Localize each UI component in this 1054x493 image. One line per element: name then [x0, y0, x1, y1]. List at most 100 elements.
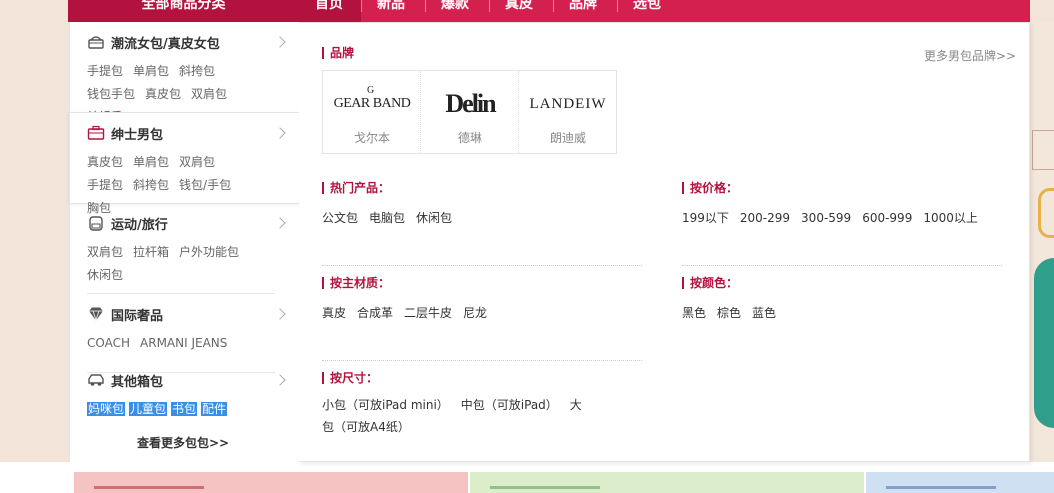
- category-link[interactable]: 双肩包: [179, 155, 215, 169]
- category-header[interactable]: 国际奢品: [87, 304, 163, 324]
- banner-image-edge: [1030, 22, 1054, 462]
- category-header[interactable]: 运动/旅行: [87, 213, 168, 233]
- promo-tile[interactable]: [866, 472, 1054, 493]
- category-link[interactable]: 真皮包: [145, 87, 181, 101]
- sidebar-category[interactable]: 运动/旅行双肩包 拉杆箱 户外功能包休闲包: [70, 213, 300, 294]
- filter-link[interactable]: 黑色: [682, 306, 706, 320]
- nav-link-4[interactable]: 品牌: [553, 0, 617, 22]
- category-link[interactable]: 手提包: [87, 178, 123, 192]
- brand-name: 戈尔本: [353, 131, 390, 145]
- size-list: 小包（可放iPad mini） 中包（可放iPad） 大包（可放A4纸）: [322, 394, 582, 438]
- category-link[interactable]: ARMANI JEANS: [140, 336, 227, 350]
- category-link[interactable]: 拉杆箱: [133, 245, 169, 259]
- category-link[interactable]: COACH: [87, 336, 130, 350]
- category-link[interactable]: 钱包手包: [87, 87, 135, 101]
- nav-separator: [553, 0, 554, 12]
- category-header[interactable]: 潮流女包/真皮女包: [87, 32, 220, 52]
- filter-link[interactable]: 棕色: [717, 306, 741, 320]
- more-brands-link[interactable]: 更多男包品牌>>: [924, 47, 1016, 64]
- divider: [87, 293, 275, 294]
- filter-link[interactable]: 合成革: [357, 306, 393, 320]
- handbag-icon: [87, 34, 105, 50]
- hot-products-title: 热门产品：: [322, 182, 390, 194]
- category-title: 其他箱包: [111, 374, 164, 390]
- chevron-right-icon: [274, 36, 286, 48]
- filter-link[interactable]: 二层牛皮: [404, 306, 452, 320]
- category-header[interactable]: 其他箱包: [87, 370, 163, 390]
- chevron-right-icon: [274, 308, 286, 320]
- category-link[interactable]: 双肩包: [87, 245, 123, 259]
- sidebar-category[interactable]: 绅士男包 真皮包 单肩包 双肩包手提包 斜挎包 钱包/手包胸包: [69, 112, 301, 215]
- banner-gold-ring: [1038, 188, 1054, 238]
- category-links: 真皮包 单肩包 双肩包手提包 斜挎包 钱包/手包胸包: [87, 151, 267, 220]
- filter-link[interactable]: 600-999: [862, 211, 912, 225]
- filter-link[interactable]: 公文包: [322, 211, 358, 225]
- filter-link[interactable]: 小包（可放iPad mini）: [322, 398, 449, 412]
- sidebar-category[interactable]: 潮流女包/真皮女包手提包单肩包斜挎包钱包手包真皮包双肩包结婚季: [70, 32, 300, 124]
- filter-link[interactable]: 中包（可放iPad）: [461, 398, 558, 412]
- category-title: 运动/旅行: [111, 217, 168, 233]
- divider: [322, 360, 642, 361]
- category-link[interactable]: 书包: [171, 402, 198, 416]
- divider: [682, 265, 1002, 266]
- nav-link-0[interactable]: 首页: [299, 0, 361, 22]
- color-title: 按颜色：: [682, 277, 738, 289]
- filter-link[interactable]: 尼龙: [463, 306, 487, 320]
- brand-landeiw[interactable]: LANDEIW 朗迪威: [519, 71, 617, 153]
- category-links: 妈咪包 儿童包 书包 配件: [87, 398, 267, 421]
- promo-tile[interactable]: [470, 472, 864, 493]
- chevron-right-icon: [274, 374, 286, 386]
- category-link[interactable]: 斜挎包: [133, 178, 169, 192]
- filter-link[interactable]: 电脑包: [369, 211, 405, 225]
- more-bags-link[interactable]: 查看更多包包>>: [68, 434, 298, 451]
- category-link[interactable]: 真皮包: [87, 155, 123, 169]
- category-link[interactable]: 单肩包: [133, 64, 169, 78]
- filter-link[interactable]: 199以下: [682, 211, 729, 225]
- filter-link[interactable]: 300-599: [801, 211, 851, 225]
- category-link[interactable]: 钱包/手包: [179, 178, 231, 192]
- brands-title: 品牌: [322, 47, 354, 59]
- all-categories-button[interactable]: 全部商品分类: [68, 0, 299, 22]
- filter-link[interactable]: 休闲包: [416, 211, 452, 225]
- chevron-right-icon: [274, 127, 286, 139]
- category-link[interactable]: 配件: [201, 402, 228, 416]
- filter-link[interactable]: 蓝色: [752, 306, 776, 320]
- category-link[interactable]: 双肩包: [191, 87, 227, 101]
- brand-logo-text: Delin: [445, 89, 496, 118]
- category-sidebar: 潮流女包/真皮女包手提包单肩包斜挎包钱包手包真皮包双肩包结婚季绅士男包真皮包单肩…: [69, 22, 301, 462]
- brand-logo-mark: G: [367, 85, 374, 96]
- banner-glyph: [1032, 130, 1054, 170]
- nav-link-3[interactable]: 真皮: [489, 0, 553, 22]
- size-title: 按尺寸：: [322, 372, 378, 384]
- promo-tile-text: [490, 486, 600, 493]
- category-link[interactable]: 手提包: [87, 64, 123, 78]
- filter-link[interactable]: 真皮: [322, 306, 346, 320]
- nav-link-1[interactable]: 新品: [361, 0, 425, 22]
- promo-tile-text: [886, 486, 996, 493]
- category-link[interactable]: 户外功能包: [179, 245, 239, 259]
- category-link[interactable]: 休闲包: [87, 268, 123, 282]
- category-link[interactable]: 斜挎包: [179, 64, 215, 78]
- nav-separator: [489, 0, 490, 12]
- brand-gearband[interactable]: G GEAR BAND 戈尔本: [323, 71, 421, 153]
- category-header[interactable]: 绅士男包: [87, 123, 163, 143]
- nav-separator: [361, 0, 362, 12]
- brand-logo: Delin: [421, 89, 519, 119]
- category-link[interactable]: 妈咪包: [87, 402, 126, 416]
- brand-grid: G GEAR BAND 戈尔本 Delin 德琳 LANDEIW 朗迪威: [322, 70, 617, 154]
- nav-link-5[interactable]: 选包: [617, 0, 677, 22]
- nav-links: 首页 新品 爆款 真皮 品牌 选包: [299, 0, 1030, 22]
- nav-separator: [617, 0, 618, 12]
- category-dropdown-panel: 品牌 更多男包品牌>> G GEAR BAND 戈尔本 Delin 德琳 LAND…: [299, 22, 1030, 462]
- nav-link-2[interactable]: 爆款: [425, 0, 489, 22]
- brand-delin[interactable]: Delin 德琳: [421, 71, 519, 153]
- divider: [322, 265, 642, 266]
- brand-logo-text: GEAR BAND: [333, 96, 411, 111]
- filter-link[interactable]: 200-299: [740, 211, 790, 225]
- promo-tile[interactable]: [74, 472, 468, 493]
- price-list: 199以下 200-299 300-599 600-999 1000以上: [682, 209, 989, 226]
- category-link[interactable]: 儿童包: [129, 402, 168, 416]
- category-link[interactable]: 单肩包: [133, 155, 169, 169]
- category-title: 潮流女包/真皮女包: [111, 36, 220, 52]
- filter-link[interactable]: 1000以上: [923, 211, 978, 225]
